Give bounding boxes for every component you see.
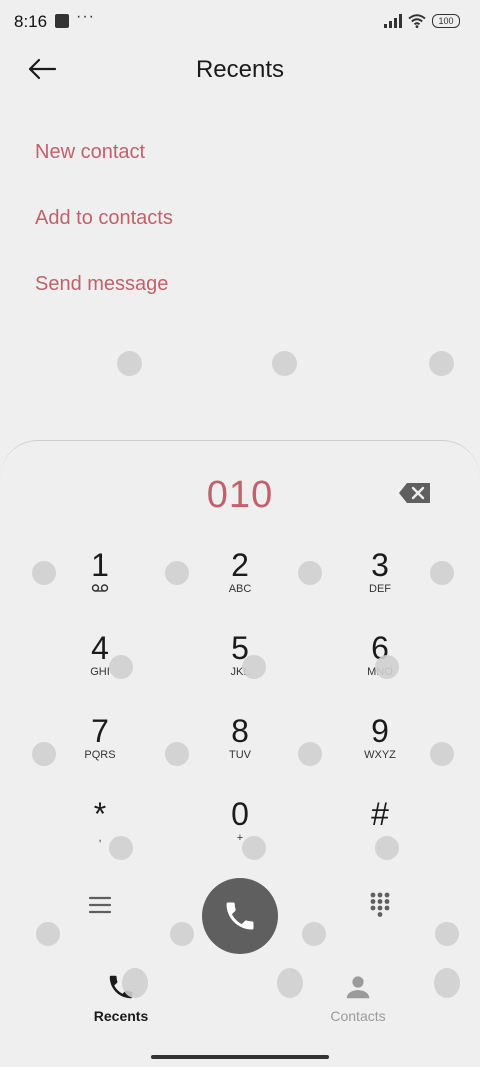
key-letters: ABC bbox=[228, 583, 252, 595]
home-indicator[interactable] bbox=[151, 1055, 329, 1059]
nav-contacts[interactable]: Contacts bbox=[308, 972, 408, 1024]
touch-dot bbox=[165, 561, 189, 585]
touch-dot bbox=[109, 836, 133, 860]
key-8[interactable]: 8 TUV bbox=[200, 714, 280, 761]
key-digit: 3 bbox=[371, 547, 389, 583]
more-notifications-icon: ··· bbox=[76, 8, 95, 25]
nav-contacts-label: Contacts bbox=[330, 1008, 386, 1024]
status-time: 8:16 bbox=[14, 12, 48, 31]
touch-dot bbox=[430, 561, 454, 585]
key-digit: 0 bbox=[231, 796, 249, 832]
touch-dot bbox=[117, 351, 142, 376]
status-bar: 8:16 ··· 100 bbox=[0, 0, 480, 42]
key-3[interactable]: 3 DEF bbox=[340, 548, 420, 595]
touch-dot bbox=[277, 968, 303, 998]
key-0[interactable]: 0 + bbox=[200, 797, 280, 844]
key-letters: WXYZ bbox=[364, 749, 396, 761]
touch-dot bbox=[36, 922, 60, 946]
touch-dot bbox=[302, 922, 326, 946]
touch-dot bbox=[434, 968, 460, 998]
backspace-button[interactable] bbox=[398, 482, 432, 504]
key-2[interactable]: 2 ABC bbox=[200, 548, 280, 595]
touch-dot bbox=[32, 742, 56, 766]
voicemail-icon bbox=[60, 583, 140, 596]
phone-icon bbox=[226, 902, 254, 930]
new-contact-button[interactable]: New contact bbox=[35, 141, 145, 164]
touch-dot bbox=[429, 351, 454, 376]
notification-icon bbox=[55, 14, 69, 28]
backspace-icon bbox=[399, 483, 430, 503]
touch-dot bbox=[165, 742, 189, 766]
nav-recents[interactable]: Recents bbox=[71, 972, 171, 1024]
key-letters: JKL bbox=[230, 666, 250, 678]
key-letters: PQRS bbox=[84, 749, 116, 761]
key-digit: 5 bbox=[231, 630, 249, 666]
page-title: Recents bbox=[195, 56, 285, 83]
key-5[interactable]: 5 JKL bbox=[200, 631, 280, 678]
key-digit: 1 bbox=[91, 547, 109, 583]
send-message-button[interactable]: Send message bbox=[35, 273, 168, 296]
touch-dot bbox=[32, 561, 56, 585]
touch-dot bbox=[430, 742, 454, 766]
status-icons: 100 bbox=[384, 12, 460, 30]
key-star[interactable]: * , bbox=[60, 797, 140, 844]
key-digit: 2 bbox=[231, 547, 249, 583]
key-digit: * bbox=[93, 796, 107, 832]
key-letters: DEF bbox=[369, 583, 391, 595]
key-letters: + bbox=[236, 832, 244, 844]
key-digit: # bbox=[371, 796, 389, 832]
touch-dot bbox=[242, 836, 266, 860]
touch-dot bbox=[435, 922, 459, 946]
touch-dot bbox=[375, 836, 399, 860]
touch-dot bbox=[272, 351, 297, 376]
keypad-toggle-button[interactable] bbox=[366, 890, 394, 918]
call-button[interactable] bbox=[202, 878, 278, 954]
key-letters: TUV bbox=[229, 749, 251, 761]
person-icon bbox=[346, 976, 370, 999]
battery-icon: 100 bbox=[432, 14, 460, 28]
key-9[interactable]: 9 WXYZ bbox=[340, 714, 420, 761]
signal-icon bbox=[384, 14, 402, 28]
menu-button[interactable] bbox=[86, 893, 114, 917]
touch-dot bbox=[242, 655, 266, 679]
key-digit: 8 bbox=[231, 713, 249, 749]
touch-dot bbox=[298, 742, 322, 766]
add-to-contacts-button[interactable]: Add to contacts bbox=[35, 207, 173, 230]
touch-dot bbox=[375, 655, 399, 679]
nav-recents-label: Recents bbox=[93, 1008, 149, 1024]
key-7[interactable]: 7 PQRS bbox=[60, 714, 140, 761]
wifi-icon bbox=[408, 14, 426, 28]
touch-dot bbox=[122, 968, 148, 998]
key-1[interactable]: 1 bbox=[60, 548, 140, 596]
hamburger-icon bbox=[88, 896, 112, 914]
key-digit: 7 bbox=[91, 713, 109, 749]
touch-dot bbox=[109, 655, 133, 679]
touch-dot bbox=[170, 922, 194, 946]
key-digit: 9 bbox=[371, 713, 389, 749]
key-hash[interactable]: # bbox=[340, 797, 420, 832]
touch-dot bbox=[298, 561, 322, 585]
dialpad-icon bbox=[370, 892, 390, 917]
